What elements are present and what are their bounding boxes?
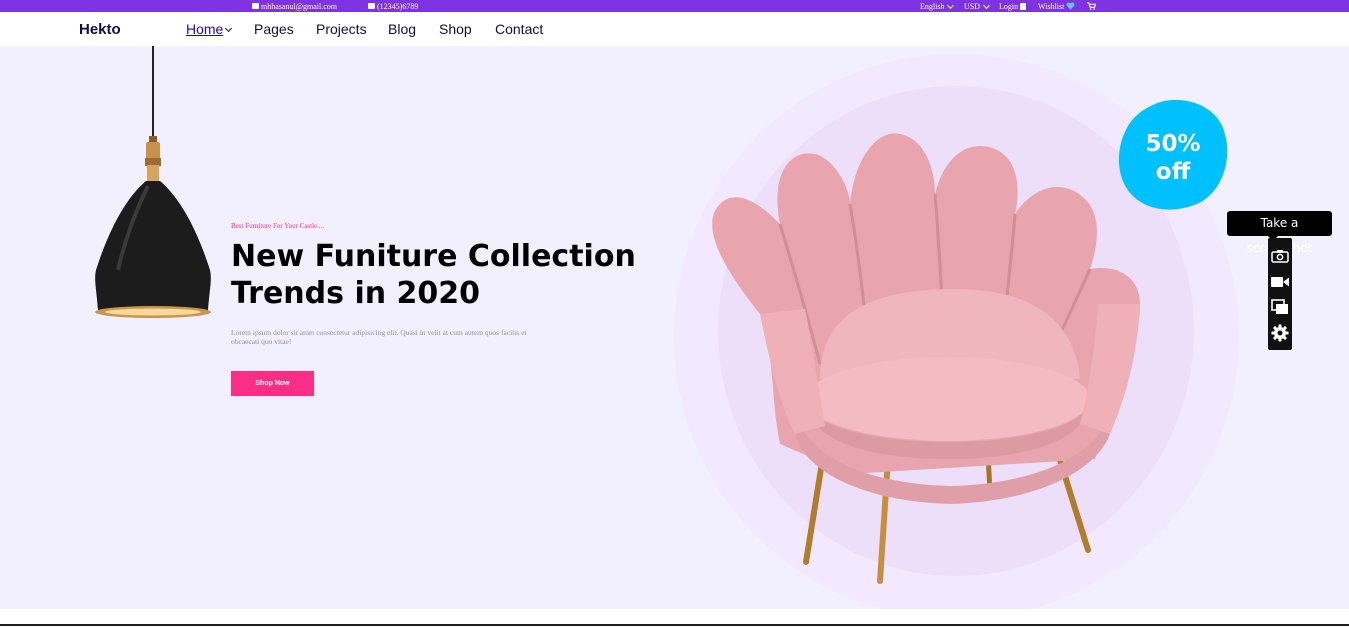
mail-icon [252, 3, 259, 9]
nav-shop[interactable]: Shop [439, 21, 472, 37]
hero-tagline: Best Furniture For Your Castle.... [231, 222, 325, 230]
windows-icon [1271, 299, 1288, 314]
discount-off: off [1155, 159, 1191, 185]
language-select[interactable]: English [920, 0, 955, 12]
settings-button[interactable] [1270, 322, 1290, 344]
contact-phone[interactable]: (12345)6789 [368, 0, 418, 12]
shop-now-button[interactable]: Shop Now [231, 371, 314, 396]
nav-pages[interactable]: Pages [254, 21, 294, 37]
top-bar: mhhasanul@gmail.com (12345)6789 English … [0, 0, 1349, 12]
discount-percent: 50% [1145, 131, 1201, 157]
logo[interactable]: Hekto [79, 21, 121, 38]
page-divider [0, 624, 1349, 626]
chevron-down-icon [982, 1, 991, 9]
nav-contact[interactable]: Contact [495, 21, 543, 37]
phone-icon [368, 3, 375, 9]
chevron-down-icon [225, 24, 233, 33]
login-label: Login [999, 1, 1019, 11]
discount-badge-text: 50% off [1117, 130, 1229, 186]
capture-screenshot-button[interactable] [1270, 245, 1290, 267]
language-label: English [920, 1, 945, 11]
hero-headline: New Funiture Collection Trends in 2020 [231, 239, 636, 311]
video-icon [1271, 277, 1289, 287]
hero-section: Best Furniture For Your Castle.... New F… [0, 46, 1349, 609]
cart-link[interactable] [1087, 0, 1096, 12]
main-nav: Hekto Home Pages Projects Blog Shop Cont… [0, 12, 1349, 46]
currency-select[interactable]: USD [964, 0, 991, 12]
login-link[interactable]: Login [999, 0, 1027, 12]
wishlist-label: Wishlist [1038, 1, 1065, 11]
currency-label: USD [964, 1, 981, 11]
record-video-button[interactable] [1270, 271, 1290, 293]
cart-icon [1087, 2, 1096, 10]
email-text: mhhasanul@gmail.com [261, 1, 338, 11]
nav-home[interactable]: Home [186, 21, 233, 37]
wishlist-link[interactable]: Wishlist [1038, 0, 1075, 12]
gear-icon [1271, 324, 1289, 342]
capture-toolbar [1268, 238, 1292, 350]
pink-armchair-image [712, 133, 1140, 584]
heart-icon [1066, 2, 1075, 10]
camera-icon [1271, 250, 1289, 263]
capture-window-button[interactable] [1270, 296, 1290, 318]
chevron-down-icon [947, 1, 955, 9]
nav-projects[interactable]: Projects [316, 21, 367, 37]
phone-text: (12345)6789 [377, 1, 419, 11]
pendant-lamp-image [95, 46, 211, 318]
contact-email[interactable]: mhhasanul@gmail.com [252, 0, 337, 12]
nav-home-label: Home [186, 21, 224, 37]
nav-blog[interactable]: Blog [388, 21, 416, 37]
hero-description: Lorem ipsum dolor sit amet consectetur a… [231, 328, 527, 346]
screenshot-tooltip: Take a screenshot [1227, 211, 1332, 255]
user-icon [1020, 2, 1027, 10]
